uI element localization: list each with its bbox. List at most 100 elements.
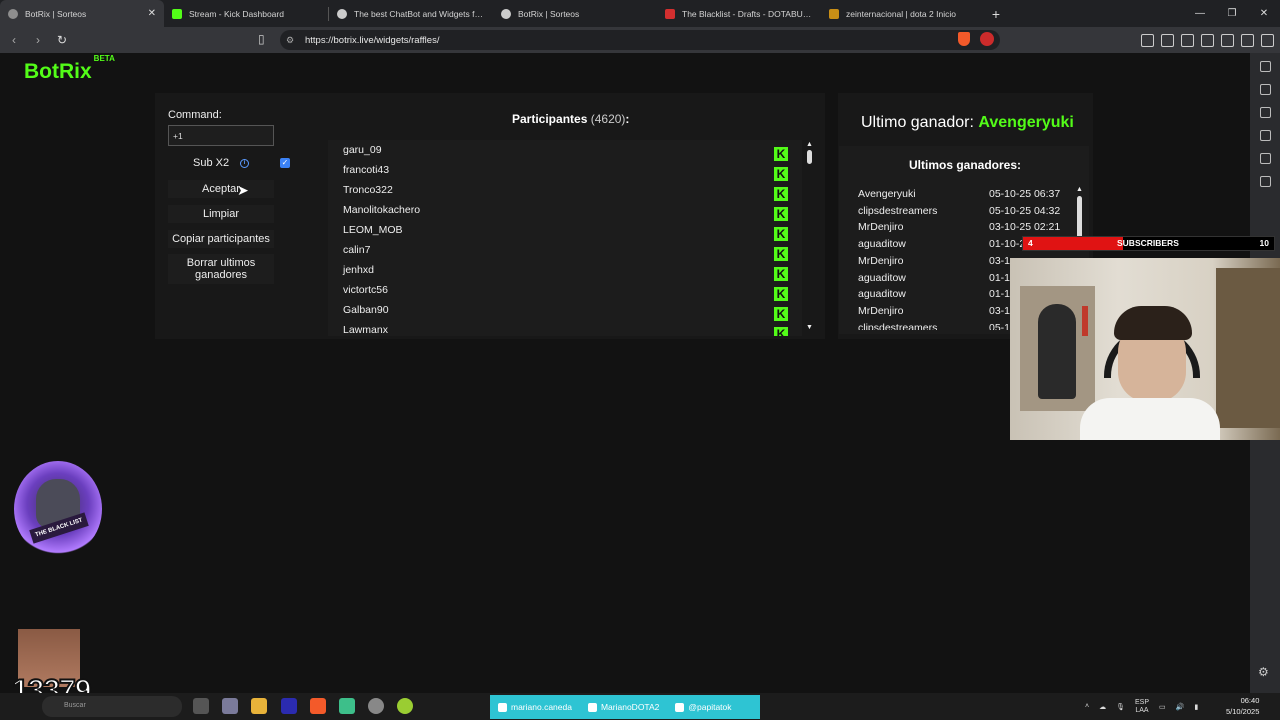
leo-icon[interactable] — [1221, 33, 1234, 47]
lang-code: ESP — [1134, 698, 1149, 706]
url-field[interactable]: ⚙ https://botrix.live/widgets/raffles/ — [280, 30, 1000, 50]
scroll-up-icon[interactable]: ▲ — [1076, 186, 1083, 193]
winner-date: 05-10-25 06:37 — [989, 188, 1061, 200]
tab-botrix-sorteos[interactable]: BotRix | Sorteos ✕ — [0, 0, 164, 27]
leo-ai-icon[interactable] — [1259, 61, 1271, 72]
participant-row: jenhxd K — [343, 264, 788, 284]
winner-date: 03-1 — [989, 304, 1011, 317]
winner-date: 03-1 — [989, 254, 1011, 267]
vpn-icon[interactable] — [1241, 33, 1254, 47]
winner-date: 01-10-2 — [989, 238, 1026, 251]
file-explorer-icon[interactable] — [251, 698, 267, 714]
bookmark-icon[interactable]: ▯ — [258, 32, 265, 46]
window-controls: — ❐ ✕ — [1184, 0, 1280, 27]
clear-button[interactable]: Limpiar — [168, 205, 274, 223]
l-app-icon[interactable] — [281, 698, 297, 714]
tiktok-icon — [675, 702, 685, 712]
scroll-down-icon[interactable]: ▼ — [806, 324, 813, 331]
copy-participants-button[interactable]: Copiar participantes — [168, 230, 274, 248]
task-view-icon[interactable] — [193, 698, 209, 714]
taskbar-clock[interactable]: 06:40 5/10/2025 — [1226, 695, 1259, 717]
app-icon[interactable] — [222, 698, 238, 714]
kick-favicon-icon — [172, 8, 182, 19]
scroll-thumb[interactable] — [807, 150, 812, 164]
botrix-logo[interactable]: BotRixBETA — [24, 54, 115, 84]
participants-list[interactable]: garu_09 Kfrancoti43 K Tronco322 K Manolitokac… — [328, 140, 802, 336]
participant-name: Lawmanx — [343, 324, 388, 336]
rewards-icon[interactable] — [980, 32, 994, 46]
reload-icon[interactable]: ↻ — [52, 33, 72, 47]
mic-icon[interactable]: 🎙 — [1116, 703, 1125, 711]
music-icon[interactable] — [1161, 33, 1174, 47]
tab-title: BotRix | Sorteos — [25, 8, 87, 19]
participant-name: francoti43 — [343, 164, 390, 176]
brave-browser-icon[interactable] — [310, 698, 326, 714]
cloud-icon[interactable]: ☁ — [1099, 703, 1106, 711]
wallet-icon[interactable] — [1201, 33, 1214, 47]
participants-colon: : — [625, 112, 630, 126]
battery-icon[interactable]: ▮ — [1194, 703, 1198, 711]
logo-beta-badge: BETA — [93, 54, 115, 63]
last-winner-label: Ultimo ganador: — [861, 114, 974, 131]
kick-platform-icon: K — [774, 167, 788, 181]
winner-date: 03-10-25 02:21 — [989, 221, 1061, 234]
lang-layout: LAA — [1135, 706, 1149, 714]
close-tab-icon[interactable]: ✕ — [148, 8, 156, 19]
screenshot-icon[interactable] — [1141, 33, 1154, 47]
close-window-button[interactable]: ✕ — [1248, 0, 1280, 27]
menu-icon[interactable] — [1261, 33, 1274, 47]
tab-zeinternacional[interactable]: zeinternacional | dota 2 Inicio — [821, 0, 985, 27]
participant-row: victortc56 K — [343, 284, 788, 304]
maximize-button[interactable]: ❐ — [1216, 0, 1248, 27]
participant-row: francoti43 K — [343, 164, 788, 184]
kick-platform-icon: K — [774, 147, 788, 161]
brave-shield-icon[interactable] — [958, 32, 970, 46]
info-icon[interactable]: i — [240, 159, 249, 168]
delete-last-winners-button[interactable]: Borrar ultimos ganadores — [168, 254, 274, 284]
tray-chevron-icon[interactable]: ˄ — [1085, 703, 1089, 710]
winner-name: MrDenjiro — [858, 221, 904, 234]
playlist-icon[interactable] — [1259, 84, 1271, 95]
wallet-icon[interactable] — [1259, 107, 1271, 118]
tab-dotabuff[interactable]: The Blacklist - Drafts - DOTABUFF - D — [657, 0, 821, 27]
back-icon[interactable]: ‹ — [4, 33, 24, 47]
obs-icon[interactable] — [368, 698, 384, 714]
url-text: https://botrix.live/widgets/raffles/ — [305, 34, 440, 46]
minimize-button[interactable]: — — [1184, 0, 1216, 27]
accept-button[interactable]: Aceptar — [168, 180, 274, 198]
sub-x2-label: Sub X2 — [193, 157, 230, 169]
bookmarks-icon[interactable] — [1259, 130, 1271, 141]
zeinternacional-favicon-icon — [829, 8, 839, 19]
network-icon[interactable]: ▭ — [1159, 703, 1166, 711]
address-bar-row: ‹ › ↻ ▯ ⚙ https://botrix.live/widgets/ra… — [0, 27, 1280, 53]
site-settings-icon[interactable]: ⚙ — [286, 35, 294, 46]
reading-list-icon[interactable] — [1259, 153, 1271, 164]
delete-label-line2: ganadores — [195, 269, 247, 281]
language-indicator[interactable]: ESP LAA — [1135, 699, 1149, 715]
command-input[interactable] — [168, 125, 274, 146]
taskbar-search[interactable]: Buscar — [42, 696, 182, 717]
kick-platform-icon: K — [774, 207, 788, 221]
poster-right — [1216, 268, 1280, 428]
notepad-icon[interactable] — [339, 698, 355, 714]
chrome-app-icon[interactable] — [397, 698, 413, 714]
scroll-up-icon[interactable]: ▲ — [806, 141, 813, 148]
new-tab-button[interactable]: + — [985, 6, 1007, 22]
volume-icon[interactable]: 🔊 — [1176, 703, 1185, 711]
tab-chatbot[interactable]: The best ChatBot and Widgets for Ki — [329, 0, 493, 27]
tab-kick-dashboard[interactable]: Stream - Kick Dashboard — [164, 0, 328, 27]
participants-scrollbar[interactable]: ▲ ▼ — [805, 141, 813, 333]
blacklist-avatar-logo: THE BLACK LIST — [10, 455, 106, 561]
sidebar-icon[interactable] — [1181, 33, 1194, 47]
forward-icon[interactable]: › — [28, 33, 48, 47]
sub-x2-checkbox[interactable]: ✓ — [280, 158, 290, 168]
facebook-link: MarianoDOTA2 — [587, 702, 659, 712]
add-sidebar-item-icon[interactable] — [1259, 176, 1271, 187]
botrix-favicon-icon — [501, 8, 511, 19]
mouse-cursor-icon: ➤ — [237, 182, 249, 198]
tab-title: zeinternacional | dota 2 Inicio — [846, 8, 956, 19]
winner-date: 05-1 — [989, 321, 1011, 330]
sidebar-settings-icon[interactable]: ⚙ — [1258, 665, 1269, 679]
streamer-hair — [1114, 306, 1192, 340]
tab-botrix-sorteos-2[interactable]: BotRix | Sorteos — [493, 0, 657, 27]
